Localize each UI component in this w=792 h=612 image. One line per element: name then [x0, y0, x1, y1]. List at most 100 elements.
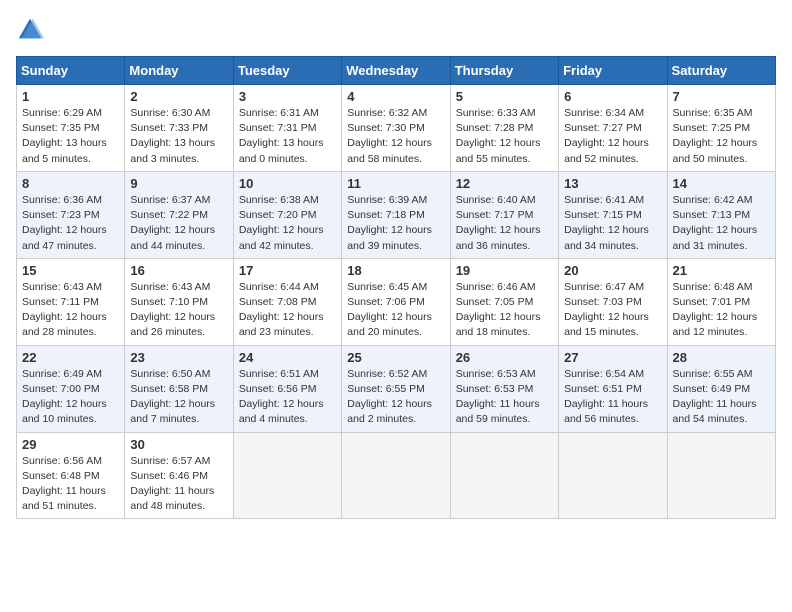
week-row-5: 29 Sunrise: 6:56 AMSunset: 6:48 PMDayligh… — [17, 432, 776, 519]
day-number: 10 — [239, 176, 336, 191]
day-number: 19 — [456, 263, 553, 278]
calendar-cell — [233, 432, 341, 519]
calendar-cell — [559, 432, 667, 519]
day-info: Sunrise: 6:37 AMSunset: 7:22 PMDaylight:… — [130, 193, 227, 254]
day-number: 27 — [564, 350, 661, 365]
calendar-cell: 18 Sunrise: 6:45 AMSunset: 7:06 PMDayligh… — [342, 258, 450, 345]
day-number: 26 — [456, 350, 553, 365]
day-number: 3 — [239, 89, 336, 104]
day-info: Sunrise: 6:43 AMSunset: 7:11 PMDaylight:… — [22, 280, 119, 341]
calendar-cell: 20Sunrise: 6:47 AMSunset: 7:03 PMDayligh… — [559, 258, 667, 345]
day-number: 11 — [347, 176, 444, 191]
day-info: Sunrise: 6:42 AMSunset: 7:13 PMDaylight:… — [673, 193, 770, 254]
calendar-cell: 12 Sunrise: 6:40 AMSunset: 7:17 PMDayligh… — [450, 171, 558, 258]
week-row-1: 1 Sunrise: 6:29 AMSunset: 7:35 PMDaylight… — [17, 85, 776, 172]
calendar-cell: 16 Sunrise: 6:43 AMSunset: 7:10 PMDayligh… — [125, 258, 233, 345]
day-info: Sunrise: 6:33 AMSunset: 7:28 PMDaylight:… — [456, 106, 553, 167]
day-number: 5 — [456, 89, 553, 104]
day-header-sunday: Sunday — [17, 57, 125, 85]
day-number: 17 — [239, 263, 336, 278]
day-number: 12 — [456, 176, 553, 191]
day-info: Sunrise: 6:30 AMSunset: 7:33 PMDaylight:… — [130, 106, 227, 167]
calendar-cell: 29 Sunrise: 6:56 AMSunset: 6:48 PMDayligh… — [17, 432, 125, 519]
calendar-cell: 19 Sunrise: 6:46 AMSunset: 7:05 PMDayligh… — [450, 258, 558, 345]
calendar-cell: 30 Sunrise: 6:57 AMSunset: 6:46 PMDayligh… — [125, 432, 233, 519]
calendar-cell: 14Sunrise: 6:42 AMSunset: 7:13 PMDayligh… — [667, 171, 775, 258]
day-of-week-row: SundayMondayTuesdayWednesdayThursdayFrid… — [17, 57, 776, 85]
day-header-monday: Monday — [125, 57, 233, 85]
day-info: Sunrise: 6:41 AMSunset: 7:15 PMDaylight:… — [564, 193, 661, 254]
day-info: Sunrise: 6:52 AMSunset: 6:55 PMDaylight:… — [347, 367, 444, 428]
day-info: Sunrise: 6:49 AMSunset: 7:00 PMDaylight:… — [22, 367, 119, 428]
calendar-cell: 13 Sunrise: 6:41 AMSunset: 7:15 PMDayligh… — [559, 171, 667, 258]
day-number: 25 — [347, 350, 444, 365]
day-number: 21 — [673, 263, 770, 278]
day-info: Sunrise: 6:50 AMSunset: 6:58 PMDaylight:… — [130, 367, 227, 428]
day-info: Sunrise: 6:29 AMSunset: 7:35 PMDaylight:… — [22, 106, 119, 167]
day-header-friday: Friday — [559, 57, 667, 85]
calendar-cell: 28 Sunrise: 6:55 AMSunset: 6:49 PMDayligh… — [667, 345, 775, 432]
day-info: Sunrise: 6:54 AMSunset: 6:51 PMDaylight:… — [564, 367, 661, 428]
calendar-cell: 10 Sunrise: 6:38 AMSunset: 7:20 PMDayligh… — [233, 171, 341, 258]
day-info: Sunrise: 6:34 AMSunset: 7:27 PMDaylight:… — [564, 106, 661, 167]
day-number: 23 — [130, 350, 227, 365]
day-number: 8 — [22, 176, 119, 191]
calendar-cell — [667, 432, 775, 519]
calendar-cell: 11Sunrise: 6:39 AMSunset: 7:18 PMDayligh… — [342, 171, 450, 258]
day-info: Sunrise: 6:46 AMSunset: 7:05 PMDaylight:… — [456, 280, 553, 341]
calendar-cell: 6Sunrise: 6:34 AMSunset: 7:27 PMDaylight… — [559, 85, 667, 172]
day-info: Sunrise: 6:43 AMSunset: 7:10 PMDaylight:… — [130, 280, 227, 341]
week-row-3: 15 Sunrise: 6:43 AMSunset: 7:11 PMDayligh… — [17, 258, 776, 345]
header — [16, 16, 776, 44]
day-number: 4 — [347, 89, 444, 104]
day-info: Sunrise: 6:55 AMSunset: 6:49 PMDaylight:… — [673, 367, 770, 428]
day-info: Sunrise: 6:38 AMSunset: 7:20 PMDaylight:… — [239, 193, 336, 254]
day-number: 7 — [673, 89, 770, 104]
calendar-cell: 17Sunrise: 6:44 AMSunset: 7:08 PMDayligh… — [233, 258, 341, 345]
day-info: Sunrise: 6:32 AMSunset: 7:30 PMDaylight:… — [347, 106, 444, 167]
day-info: Sunrise: 6:48 AMSunset: 7:01 PMDaylight:… — [673, 280, 770, 341]
logo — [16, 16, 48, 44]
day-info: Sunrise: 6:35 AMSunset: 7:25 PMDaylight:… — [673, 106, 770, 167]
week-row-4: 22 Sunrise: 6:49 AMSunset: 7:00 PMDayligh… — [17, 345, 776, 432]
day-number: 1 — [22, 89, 119, 104]
calendar-cell: 25 Sunrise: 6:52 AMSunset: 6:55 PMDayligh… — [342, 345, 450, 432]
calendar-cell — [450, 432, 558, 519]
day-info: Sunrise: 6:40 AMSunset: 7:17 PMDaylight:… — [456, 193, 553, 254]
week-row-2: 8Sunrise: 6:36 AMSunset: 7:23 PMDaylight… — [17, 171, 776, 258]
calendar-body: 1 Sunrise: 6:29 AMSunset: 7:35 PMDaylight… — [17, 85, 776, 519]
calendar-cell: 22 Sunrise: 6:49 AMSunset: 7:00 PMDayligh… — [17, 345, 125, 432]
calendar-table: SundayMondayTuesdayWednesdayThursdayFrid… — [16, 56, 776, 519]
day-info: Sunrise: 6:45 AMSunset: 7:06 PMDaylight:… — [347, 280, 444, 341]
day-number: 15 — [22, 263, 119, 278]
calendar-cell: 8Sunrise: 6:36 AMSunset: 7:23 PMDaylight… — [17, 171, 125, 258]
calendar-cell: 26Sunrise: 6:53 AMSunset: 6:53 PMDayligh… — [450, 345, 558, 432]
day-info: Sunrise: 6:56 AMSunset: 6:48 PMDaylight:… — [22, 454, 119, 515]
day-number: 24 — [239, 350, 336, 365]
calendar-cell: 24 Sunrise: 6:51 AMSunset: 6:56 PMDayligh… — [233, 345, 341, 432]
calendar-cell: 21 Sunrise: 6:48 AMSunset: 7:01 PMDayligh… — [667, 258, 775, 345]
calendar-cell: 2Sunrise: 6:30 AMSunset: 7:33 PMDaylight… — [125, 85, 233, 172]
day-header-saturday: Saturday — [667, 57, 775, 85]
day-number: 28 — [673, 350, 770, 365]
day-number: 30 — [130, 437, 227, 452]
day-number: 16 — [130, 263, 227, 278]
day-info: Sunrise: 6:57 AMSunset: 6:46 PMDaylight:… — [130, 454, 227, 515]
calendar-cell: 15 Sunrise: 6:43 AMSunset: 7:11 PMDayligh… — [17, 258, 125, 345]
day-number: 18 — [347, 263, 444, 278]
calendar-cell: 27 Sunrise: 6:54 AMSunset: 6:51 PMDayligh… — [559, 345, 667, 432]
logo-icon — [16, 16, 44, 44]
day-info: Sunrise: 6:47 AMSunset: 7:03 PMDaylight:… — [564, 280, 661, 341]
calendar-cell — [342, 432, 450, 519]
calendar-cell: 23 Sunrise: 6:50 AMSunset: 6:58 PMDayligh… — [125, 345, 233, 432]
day-header-tuesday: Tuesday — [233, 57, 341, 85]
day-info: Sunrise: 6:31 AMSunset: 7:31 PMDaylight:… — [239, 106, 336, 167]
day-info: Sunrise: 6:51 AMSunset: 6:56 PMDaylight:… — [239, 367, 336, 428]
calendar-cell: 3 Sunrise: 6:31 AMSunset: 7:31 PMDaylight… — [233, 85, 341, 172]
day-number: 13 — [564, 176, 661, 191]
day-header-thursday: Thursday — [450, 57, 558, 85]
calendar-cell: 4 Sunrise: 6:32 AMSunset: 7:30 PMDaylight… — [342, 85, 450, 172]
day-number: 29 — [22, 437, 119, 452]
calendar-cell: 9Sunrise: 6:37 AMSunset: 7:22 PMDaylight… — [125, 171, 233, 258]
day-number: 22 — [22, 350, 119, 365]
